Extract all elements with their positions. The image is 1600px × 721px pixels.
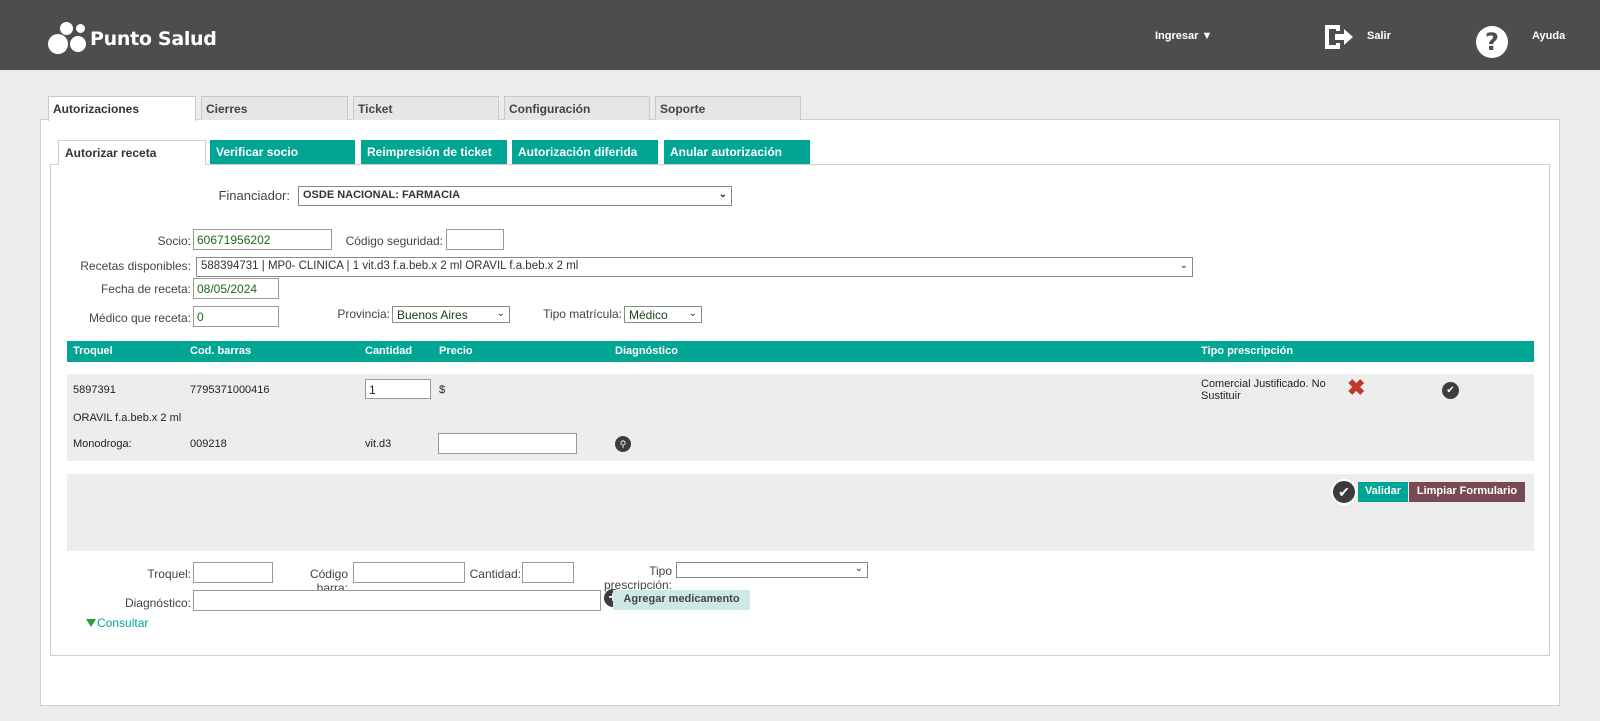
row-cod-barras: 7795371000416 (190, 384, 270, 396)
table-row: 5897391 7795371000416 1 $ Comercial Just… (67, 374, 1534, 461)
tab-configuracion[interactable]: Configuración (504, 96, 650, 120)
tipo-prescripcion-select[interactable]: ⌄ (676, 562, 868, 578)
financiador-value: OSDE NACIONAL: FARMACIA (303, 189, 461, 201)
subtab-reimpresion-ticket[interactable]: Reimpresión de ticket (361, 140, 507, 164)
chevron-down-icon: ⌄ (718, 189, 727, 200)
chevron-down-icon: ⌄ (688, 308, 697, 319)
tab-autorizaciones[interactable]: Autorizaciones (48, 96, 196, 121)
monodroga-label: Monodroga: (73, 438, 132, 450)
search-icon[interactable]: ⚲ (615, 436, 631, 452)
confirm-row-icon[interactable]: ✔ (1442, 382, 1459, 399)
medico-label: Médico que receta: (88, 311, 191, 325)
triangle-down-icon (86, 619, 96, 627)
recetas-value: 588394731 | MP0- CLINICA | 1 vit.d3 f.a.… (201, 260, 579, 272)
logo-dots-icon (46, 20, 90, 58)
help-icon[interactable]: ? (1476, 26, 1508, 58)
row-nombre: ORAVIL f.a.beb.x 2 ml (73, 412, 182, 424)
recetas-select[interactable]: 588394731 | MP0- CLINICA | 1 vit.d3 f.a.… (196, 257, 1193, 277)
medications-table-header: Troquel Cod. barras Cantidad Precio Diag… (67, 341, 1534, 362)
col-precio: Precio (439, 345, 473, 357)
validar-button[interactable]: Validar (1358, 482, 1408, 502)
ayuda-link[interactable]: Ayuda (1532, 30, 1565, 42)
troquel-label: Troquel: (147, 567, 191, 581)
subtab-autorizar-receta[interactable]: Autorizar receta (58, 140, 206, 165)
troquel-input[interactable] (193, 562, 273, 583)
row-tipo-prescripcion: Comercial Justificado. No Sustituir (1201, 378, 1326, 402)
cantidad-label: Cantidad: (469, 567, 521, 581)
col-tipo-prescripcion: Tipo prescripción (1201, 345, 1294, 357)
monodroga-code: 009218 (190, 438, 227, 450)
row-cantidad-input[interactable]: 1 (365, 379, 431, 399)
check-icon[interactable]: ✔ (1331, 479, 1357, 505)
diagnostico-label: Diagnóstico: (124, 596, 191, 610)
top-header: Punto Salud Ingresar ▼ Salir ? Ayuda (0, 0, 1600, 70)
chevron-down-icon: ⌄ (496, 308, 505, 319)
provincia-select[interactable]: Buenos Aires ⌄ (392, 306, 510, 323)
financiador-select[interactable]: OSDE NACIONAL: FARMACIA ⌄ (298, 186, 732, 206)
financiador-label: Financiador: (218, 188, 290, 203)
codigo-barra-input[interactable] (353, 562, 465, 583)
col-cod-barras: Cod. barras (190, 345, 252, 357)
row-diagnostico-input[interactable] (438, 433, 577, 454)
provincia-label: Provincia: (337, 307, 390, 321)
subtab-verificar-socio[interactable]: Verificar socio (210, 140, 355, 164)
codigo-seguridad-input[interactable] (446, 229, 504, 250)
subtab-anular-autorizacion[interactable]: Anular autorización (664, 140, 810, 164)
punto-salud-logo[interactable]: Punto Salud (46, 20, 217, 58)
medico-input[interactable]: 0 (193, 306, 279, 327)
socio-input[interactable]: 60671956202 (193, 229, 332, 250)
row-precio: $ (439, 384, 446, 396)
tipo-prescripcion-label: Tipo prescripción: (603, 564, 672, 592)
tab-soporte[interactable]: Soporte (655, 96, 801, 120)
agregar-medicamento-button[interactable]: Agregar medicamento (613, 590, 750, 610)
actions-area (67, 474, 1534, 551)
fecha-label: Fecha de receta: (100, 282, 191, 296)
logo-text: Punto Salud (90, 28, 217, 50)
provincia-value: Buenos Aires (397, 308, 468, 322)
subtab-autorizacion-diferida[interactable]: Autorización diferida (512, 140, 658, 164)
chevron-down-icon: ⌄ (854, 563, 863, 574)
tipo-matricula-value: Médico (629, 308, 668, 322)
diagnostico-input[interactable] (193, 590, 601, 611)
tipo-matricula-select[interactable]: Médico ⌄ (624, 306, 702, 323)
logout-icon[interactable] (1322, 22, 1356, 52)
consultar-toggle[interactable]: Consultar (86, 616, 148, 630)
col-troquel: Troquel (73, 345, 113, 357)
consultar-label: Consultar (97, 616, 149, 630)
fecha-input[interactable]: 08/05/2024 (193, 278, 279, 299)
socio-label: Socio: (157, 234, 191, 248)
chevron-down-icon: ⌄ (1179, 260, 1188, 271)
row-troquel: 5897391 (73, 384, 116, 396)
tipo-matricula-label: Tipo matrícula: (543, 307, 622, 321)
cantidad-input[interactable] (522, 562, 574, 583)
ingresar-menu[interactable]: Ingresar ▼ (1155, 30, 1212, 42)
tab-ticket[interactable]: Ticket (353, 96, 499, 120)
monodroga-name: vit.d3 (365, 438, 392, 450)
codigo-seguridad-label: Código seguridad: (345, 234, 443, 248)
col-diagnostico: Diagnóstico (615, 345, 678, 357)
tab-cierres[interactable]: Cierres (201, 96, 348, 120)
limpiar-formulario-button[interactable]: Limpiar Formulario (1409, 482, 1525, 502)
delete-row-icon[interactable]: ✖ (1347, 375, 1365, 401)
salir-link[interactable]: Salir (1367, 30, 1391, 42)
col-cantidad: Cantidad (365, 345, 413, 357)
recetas-label: Recetas disponibles: (80, 259, 191, 273)
